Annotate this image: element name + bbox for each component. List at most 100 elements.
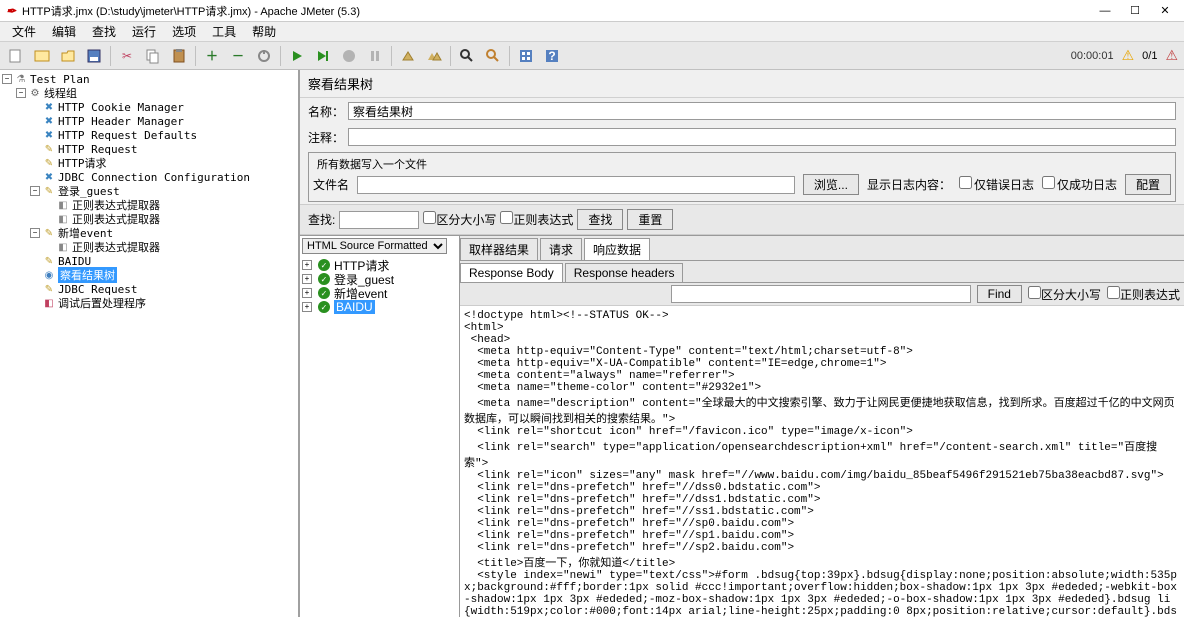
sampler-icon: ✎ xyxy=(42,255,56,267)
tree-jdbcreq[interactable]: ✎JDBC Request xyxy=(2,282,296,296)
result-node[interactable]: +新增event xyxy=(302,286,457,300)
reset-search-button[interactable] xyxy=(481,44,505,68)
find-input[interactable] xyxy=(671,285,971,303)
tab-response-data[interactable]: 响应数据 xyxy=(584,238,650,260)
sampler-icon: ✎ xyxy=(42,157,56,169)
svg-text:?: ? xyxy=(548,49,555,63)
save-button[interactable] xyxy=(82,44,106,68)
start-notimers-button[interactable] xyxy=(311,44,335,68)
find-casesens-checkbox[interactable]: 区分大小写 xyxy=(1028,286,1101,303)
open-button[interactable] xyxy=(56,44,80,68)
casesens-checkbox[interactable]: 区分大小写 xyxy=(423,211,496,228)
titlebar: ✒ HTTP请求.jmx (D:\study\jmeter\HTTP请求.jmx… xyxy=(0,0,1184,22)
tree-item[interactable]: ◧正则表达式提取器 xyxy=(2,240,296,254)
tree-login[interactable]: − ✎ 登录_guest xyxy=(2,184,296,198)
minimize-button[interactable]: — xyxy=(1090,1,1120,21)
filename-input[interactable] xyxy=(357,176,795,194)
templates-button[interactable] xyxy=(30,44,54,68)
result-tabs: 取样器结果 请求 响应数据 xyxy=(460,236,1184,261)
comment-label: 注释： xyxy=(308,129,344,146)
browse-button[interactable]: 浏览... xyxy=(803,174,859,195)
paste-button[interactable] xyxy=(167,44,191,68)
subtab-response-headers[interactable]: Response headers xyxy=(565,263,684,282)
collapse-icon[interactable]: − xyxy=(2,74,12,84)
expand-button[interactable]: ＋ xyxy=(200,44,224,68)
tree-item[interactable]: ✎HTTP Request xyxy=(2,142,296,156)
new-button[interactable] xyxy=(4,44,28,68)
menu-help[interactable]: 帮助 xyxy=(244,21,284,42)
menu-file[interactable]: 文件 xyxy=(4,21,44,42)
maximize-button[interactable]: ☐ xyxy=(1120,1,1150,21)
postprocessor-icon: ◧ xyxy=(56,213,70,225)
tree-newevent[interactable]: − ✎ 新增event xyxy=(2,226,296,240)
tree-root[interactable]: − ⚗ Test Plan xyxy=(2,72,296,86)
menu-run[interactable]: 运行 xyxy=(124,21,164,42)
postprocessor-icon: ◧ xyxy=(56,241,70,253)
result-node-selected[interactable]: +BAIDU xyxy=(302,300,457,314)
results-tree[interactable]: +HTTP请求 +登录_guest +新增event +BAIDU xyxy=(300,256,459,617)
config-icon: ✖ xyxy=(42,171,56,183)
stop-button[interactable] xyxy=(337,44,361,68)
testplan-icon: ⚗ xyxy=(14,73,28,85)
erroronly-checkbox[interactable]: 仅错误日志 xyxy=(959,176,1034,193)
success-icon xyxy=(318,301,330,313)
tree-debug[interactable]: ◧调试后置处理程序 xyxy=(2,296,296,310)
postprocessor-icon: ◧ xyxy=(56,199,70,211)
collapse-icon[interactable]: − xyxy=(16,88,26,98)
tree-item[interactable]: ◧正则表达式提取器 xyxy=(2,198,296,212)
cut-button[interactable]: ✂ xyxy=(115,44,139,68)
tree-baidu[interactable]: ✎BAIDU xyxy=(2,254,296,268)
tree-item[interactable]: ✎HTTP请求 xyxy=(2,156,296,170)
menu-options[interactable]: 选项 xyxy=(164,21,204,42)
menu-tools[interactable]: 工具 xyxy=(204,21,244,42)
logcontent-label: 显示日志内容： xyxy=(867,176,951,193)
test-plan-tree[interactable]: − ⚗ Test Plan − ⚙ 线程组 ✖HTTP Cookie Manag… xyxy=(0,70,300,617)
search-label: 查找: xyxy=(308,211,335,228)
sampler-icon: ✎ xyxy=(42,185,56,197)
search-input[interactable] xyxy=(339,211,419,229)
start-button[interactable] xyxy=(285,44,309,68)
successonly-checkbox[interactable]: 仅成功日志 xyxy=(1042,176,1117,193)
toggle-button[interactable] xyxy=(252,44,276,68)
elapsed-timer: 00:00:01 xyxy=(1067,50,1118,62)
tree-item[interactable]: ✖JDBC Connection Configuration xyxy=(2,170,296,184)
sampler-icon: ✎ xyxy=(42,283,56,295)
search-tree-button[interactable] xyxy=(455,44,479,68)
menu-search[interactable]: 查找 xyxy=(84,21,124,42)
copy-button[interactable] xyxy=(141,44,165,68)
tree-item[interactable]: ✖HTTP Request Defaults xyxy=(2,128,296,142)
collapse-icon[interactable]: − xyxy=(30,186,40,196)
tree-item[interactable]: ✖HTTP Cookie Manager xyxy=(2,100,296,114)
tab-request[interactable]: 请求 xyxy=(540,238,582,260)
collapse-icon[interactable]: − xyxy=(30,228,40,238)
element-editor: 察看结果树 名称： 注释： 所有数据写入一个文件 文件名 浏览... 显示日志内… xyxy=(300,70,1184,617)
render-format-select[interactable]: HTML Source Formatted xyxy=(302,238,447,254)
tree-threadgroup[interactable]: − ⚙ 线程组 xyxy=(2,86,296,100)
tree-viewresults[interactable]: ◉察看结果树 xyxy=(2,268,296,282)
regex-checkbox[interactable]: 正则表达式 xyxy=(500,211,573,228)
shutdown-button[interactable] xyxy=(363,44,387,68)
function-helper-button[interactable] xyxy=(514,44,538,68)
error-icon: ⚠ xyxy=(1163,47,1180,64)
response-body[interactable]: <!doctype html><!--STATUS OK--> <html> <… xyxy=(460,306,1184,617)
tree-item[interactable]: ◧正则表达式提取器 xyxy=(2,212,296,226)
menu-edit[interactable]: 编辑 xyxy=(44,21,84,42)
find-regex-checkbox[interactable]: 正则表达式 xyxy=(1107,286,1180,303)
tree-item[interactable]: ✖HTTP Header Manager xyxy=(2,114,296,128)
help-button[interactable]: ? xyxy=(540,44,564,68)
comment-input[interactable] xyxy=(348,128,1176,146)
search-button[interactable]: 查找 xyxy=(577,209,623,230)
app-icon: ✒ xyxy=(4,4,18,18)
warning-icon: ⚠ xyxy=(1120,47,1137,64)
clear-all-button[interactable] xyxy=(422,44,446,68)
tab-sampler-result[interactable]: 取样器结果 xyxy=(460,238,538,260)
reset-button[interactable]: 重置 xyxy=(627,209,673,230)
configure-button[interactable]: 配置 xyxy=(1125,174,1171,195)
close-button[interactable]: ✕ xyxy=(1150,1,1180,21)
find-button[interactable]: Find xyxy=(977,285,1022,303)
clear-button[interactable] xyxy=(396,44,420,68)
name-input[interactable] xyxy=(348,102,1176,120)
subtab-response-body[interactable]: Response Body xyxy=(460,263,563,282)
threadgroup-icon: ⚙ xyxy=(28,87,42,99)
collapse-button[interactable]: － xyxy=(226,44,250,68)
